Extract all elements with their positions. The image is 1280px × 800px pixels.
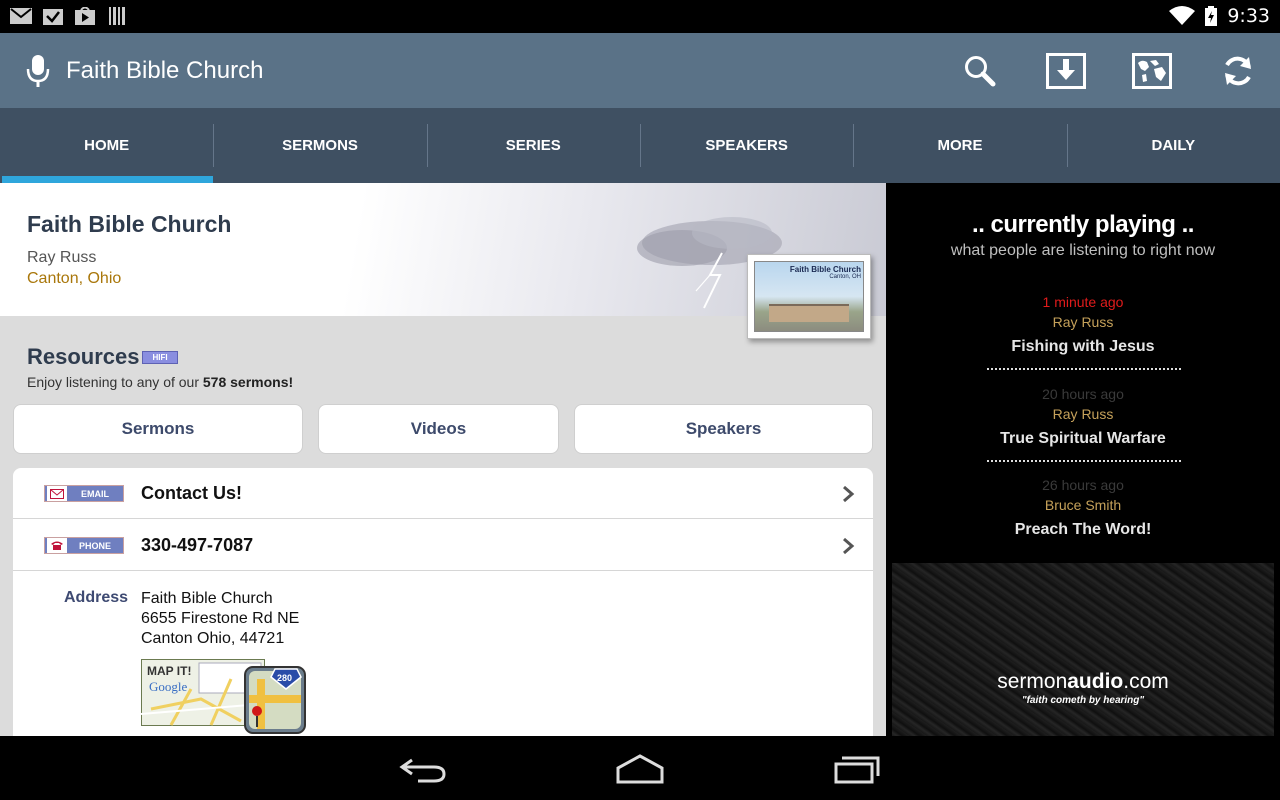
church-building-shape xyxy=(769,304,849,322)
address-text: Faith Bible Church 6655 Firestone Rd NE … xyxy=(141,590,300,647)
sermons-button[interactable]: Sermons xyxy=(13,404,303,454)
app-title: Faith Bible Church xyxy=(66,57,264,84)
recent-apps-icon[interactable] xyxy=(832,752,884,786)
playing-speaker: Ray Russ xyxy=(1052,406,1114,422)
tab-speakers[interactable]: SPEAKERS xyxy=(639,108,853,183)
phone-number: 330-497-7087 xyxy=(141,534,254,555)
speakers-button[interactable]: Speakers xyxy=(574,404,873,454)
tab-more[interactable]: MORE xyxy=(853,108,1066,183)
download-button[interactable] xyxy=(1044,49,1088,93)
search-icon xyxy=(965,56,996,87)
chevron-right-icon xyxy=(843,485,855,503)
videos-button[interactable]: Videos xyxy=(318,404,559,454)
resources-title: Resources xyxy=(27,344,140,369)
divider xyxy=(987,368,1181,370)
contact-us-label: Contact Us! xyxy=(141,482,243,503)
sermonaudio-logo[interactable]: sermonaudio.com xyxy=(886,670,1280,694)
playing-title: Fishing with Jesus xyxy=(1011,338,1155,355)
church-location: Canton, Ohio xyxy=(27,270,122,287)
playing-time: 26 hours ago xyxy=(1042,477,1124,493)
contact-card: EMAIL Contact Us! PHONE 330-497-7087 Add… xyxy=(13,468,873,736)
map-button[interactable] xyxy=(1130,49,1174,93)
sermon-count: 578 sermons! xyxy=(202,374,294,390)
envelope-icon xyxy=(47,486,67,501)
currently-playing-title: .. currently playing .. xyxy=(972,211,1194,238)
gmail-icon xyxy=(10,6,32,26)
playing-title: Preach The Word! xyxy=(1014,521,1152,538)
church-speaker: Ray Russ xyxy=(27,249,97,266)
refresh-icon xyxy=(1225,56,1251,86)
map-it-button[interactable]: MAP IT! Google 280 xyxy=(141,659,307,736)
church-photo-caption: Faith Bible Church Canton, OH xyxy=(789,265,861,280)
playing-item[interactable]: 26 hours ago Bruce Smith Preach The Word… xyxy=(886,477,1280,539)
navigation-bar xyxy=(0,736,1280,800)
divider xyxy=(987,460,1181,462)
tab-daily[interactable]: DAILY xyxy=(1066,108,1280,183)
church-name: Faith Bible Church xyxy=(27,211,232,237)
phone-badge: PHONE xyxy=(44,537,124,554)
playing-speaker: Ray Russ xyxy=(1052,314,1114,330)
hifi-badge: HIFI xyxy=(142,351,178,364)
task-check-icon xyxy=(42,6,64,26)
address-label: Address xyxy=(64,589,129,606)
playing-title: True Spiritual Warfare xyxy=(1000,430,1166,447)
contact-row-phone[interactable]: PHONE 330-497-7087 xyxy=(13,520,873,571)
world-map-icon xyxy=(1132,53,1172,89)
clock: 9:33 xyxy=(1227,5,1270,27)
svg-text:MAP IT!: MAP IT! xyxy=(147,664,191,678)
playing-speaker: Bruce Smith xyxy=(1044,497,1122,513)
email-badge: EMAIL xyxy=(44,485,124,502)
playing-item[interactable]: 1 minute ago Ray Russ Fishing with Jesus xyxy=(886,294,1280,356)
sermonaudio-tagline: "faith cometh by hearing" xyxy=(1021,695,1145,706)
search-button[interactable] xyxy=(958,49,1002,93)
playing-item[interactable]: 20 hours ago Ray Russ True Spiritual War… xyxy=(886,386,1280,448)
status-bar: 9:33 xyxy=(0,0,1280,33)
action-bar: Faith Bible Church xyxy=(0,33,1280,108)
battery-icon xyxy=(1205,6,1218,26)
resources-subtitle: Enjoy listening to any of our 578 sermon… xyxy=(27,374,294,390)
contact-row-email[interactable]: EMAIL Contact Us! xyxy=(13,468,873,519)
playing-time: 1 minute ago xyxy=(1042,294,1124,310)
back-icon[interactable] xyxy=(398,752,450,786)
home-icon[interactable] xyxy=(614,752,666,786)
wifi-icon xyxy=(1169,6,1196,25)
telephone-icon xyxy=(47,538,67,553)
tab-series[interactable]: SERIES xyxy=(426,108,640,183)
playing-time: 20 hours ago xyxy=(1042,386,1124,402)
download-icon xyxy=(1046,53,1086,89)
currently-playing-panel: .. currently playing .. what people are … xyxy=(886,183,1280,736)
main-content: Faith Bible Church Ray Russ Canton, Ohio… xyxy=(0,183,886,736)
texture-background xyxy=(892,563,1274,736)
church-photo[interactable]: Faith Bible Church Canton, OH xyxy=(747,254,871,339)
svg-text:280: 280 xyxy=(277,673,292,683)
refresh-button[interactable] xyxy=(1216,49,1260,93)
currently-playing-subtitle: what people are listening to right now xyxy=(950,242,1216,259)
tab-sermons[interactable]: SERMONS xyxy=(213,108,426,183)
play-store-icon xyxy=(74,6,96,26)
tab-home[interactable]: HOME xyxy=(0,108,214,183)
microphone-icon[interactable] xyxy=(26,53,50,89)
barcode-icon xyxy=(106,6,128,26)
svg-text:Google: Google xyxy=(149,679,188,694)
chevron-right-icon xyxy=(843,537,855,555)
tab-bar: HOME SERMONS SERIES SPEAKERS MORE DAILY xyxy=(0,108,1280,183)
